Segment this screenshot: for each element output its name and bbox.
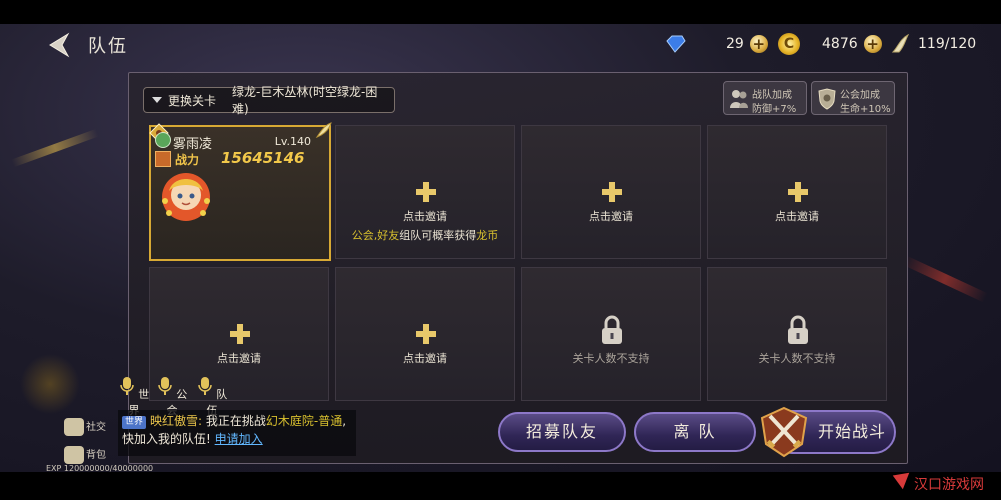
gem-value: 29 (726, 36, 744, 52)
locked-label: 关卡人数不支持 (572, 352, 650, 365)
chat-stage: 幻木庭院-普通 (265, 414, 343, 428)
power-icon (155, 151, 171, 167)
microphone-icon (198, 377, 212, 395)
hint-text: 组队可概率获得 (399, 229, 477, 242)
plus-icon (230, 324, 250, 344)
stage-selector[interactable]: 更换关卡 绿龙-巨木丛林(时空绿龙-困难) (143, 85, 395, 116)
gem-icon (666, 35, 686, 53)
hint-guild: 公会, (351, 229, 378, 242)
channel-tag: 世界 (122, 416, 147, 429)
background-glow (11, 345, 89, 423)
leader-slot[interactable]: 雾雨凌 Lv.140 战力 15645146 (149, 122, 332, 261)
leader-name: 雾雨凌 (173, 137, 213, 152)
chat-text: 我正在挑战 (202, 414, 266, 428)
top-bar: 队伍 29 + C 4876 + 119/120 (0, 24, 1001, 64)
guild-buff-badge[interactable]: 公会加成 生命+10% (811, 81, 895, 115)
bag-icon (64, 446, 84, 464)
watermark-text: 汉口游戏网 (914, 477, 984, 493)
power-label: 战力 (175, 153, 200, 167)
chat-sender: 映红傲雪: (150, 414, 203, 428)
chat-message[interactable]: 世界 映红傲雪: 我正在挑战幻木庭院-普通,快加入我的队伍! 申请加入 (118, 410, 356, 456)
hint-friend: 好友 (377, 229, 400, 242)
chevron-down-icon (152, 97, 162, 103)
invite-slot[interactable]: 点击邀请 (707, 125, 887, 259)
invite-slot[interactable]: 点击邀请 (521, 125, 701, 259)
stamina-value: 119/120 (918, 36, 977, 52)
locked-label: 关卡人数不支持 (758, 352, 836, 365)
leader-level: Lv.140 (274, 135, 311, 148)
invite-slot[interactable]: 点击邀请 公会,好友组队可概率获得龙币 (335, 125, 515, 259)
team-members-icon (730, 90, 748, 108)
exp-readout: EXP 120000000/40000000 (46, 464, 154, 473)
watermark: 汉口游戏网 (890, 470, 1001, 500)
recruit-button[interactable]: 招募队友 (498, 412, 626, 452)
power-value: 15645146 (221, 149, 305, 167)
buff-title: 战队加成 (752, 90, 792, 101)
buff-value: 生命+10% (840, 104, 891, 115)
feather-icon (315, 122, 332, 139)
add-gem-button[interactable]: + (749, 35, 768, 53)
locked-slot: 关卡人数不支持 (707, 267, 887, 401)
buff-title: 公会加成 (840, 90, 880, 101)
social-label: 社交 (86, 422, 106, 433)
social-button[interactable]: 社交 (64, 418, 106, 436)
buff-value: 防御+7% (752, 104, 797, 115)
back-arrow-icon (49, 32, 70, 58)
invite-hint: 公会,好友组队可概率获得龙币 (336, 227, 514, 243)
guild-icon (155, 132, 171, 148)
invite-label: 点击邀请 (403, 352, 447, 365)
background-streak (902, 255, 988, 303)
gem-counter: 29 + (664, 32, 768, 56)
plus-icon (416, 182, 436, 202)
crossed-swords-icon (760, 406, 808, 458)
bag-button[interactable]: 背包 (64, 446, 106, 464)
plus-icon (788, 182, 808, 202)
change-stage-label: 更换关卡 (168, 93, 217, 108)
invite-label: 点击邀请 (217, 352, 261, 365)
stamina-counter: 119/120 (890, 32, 976, 56)
stage-name: 绿龙-巨木丛林(时空绿龙-困难) (232, 85, 378, 116)
invite-slot[interactable]: 点击邀请 (335, 267, 515, 401)
invite-label: 点击邀请 (589, 210, 633, 223)
coin-value: 4876 (822, 36, 858, 52)
coin-counter: C 4876 + (778, 32, 882, 56)
plus-icon (602, 182, 622, 202)
leave-team-button[interactable]: 离 队 (634, 412, 756, 452)
character-avatar (162, 173, 210, 221)
locked-slot: 关卡人数不支持 (521, 267, 701, 401)
microphone-icon (158, 377, 172, 395)
add-coin-button[interactable]: + (863, 35, 882, 53)
bag-label: 背包 (86, 450, 106, 461)
apply-join-link[interactable]: 申请加入 (215, 432, 263, 446)
stamina-wing-icon (891, 33, 910, 53)
team-buff-badge[interactable]: 战队加成 防御+7% (723, 81, 807, 115)
plus-icon (416, 324, 436, 344)
hint-reward: 龙币 (476, 229, 499, 242)
microphone-icon (120, 377, 134, 395)
guild-shield-icon (818, 88, 836, 110)
lock-icon (602, 315, 622, 344)
invite-label: 点击邀请 (775, 210, 819, 223)
lock-icon (788, 315, 808, 344)
page-title: 队伍 (88, 36, 128, 57)
back-button[interactable] (44, 30, 74, 60)
coin-icon: C (778, 33, 800, 55)
social-icon (64, 418, 84, 436)
watermark-logo-icon (892, 472, 910, 490)
invite-label: 点击邀请 (403, 210, 447, 223)
background-streak (11, 128, 99, 168)
